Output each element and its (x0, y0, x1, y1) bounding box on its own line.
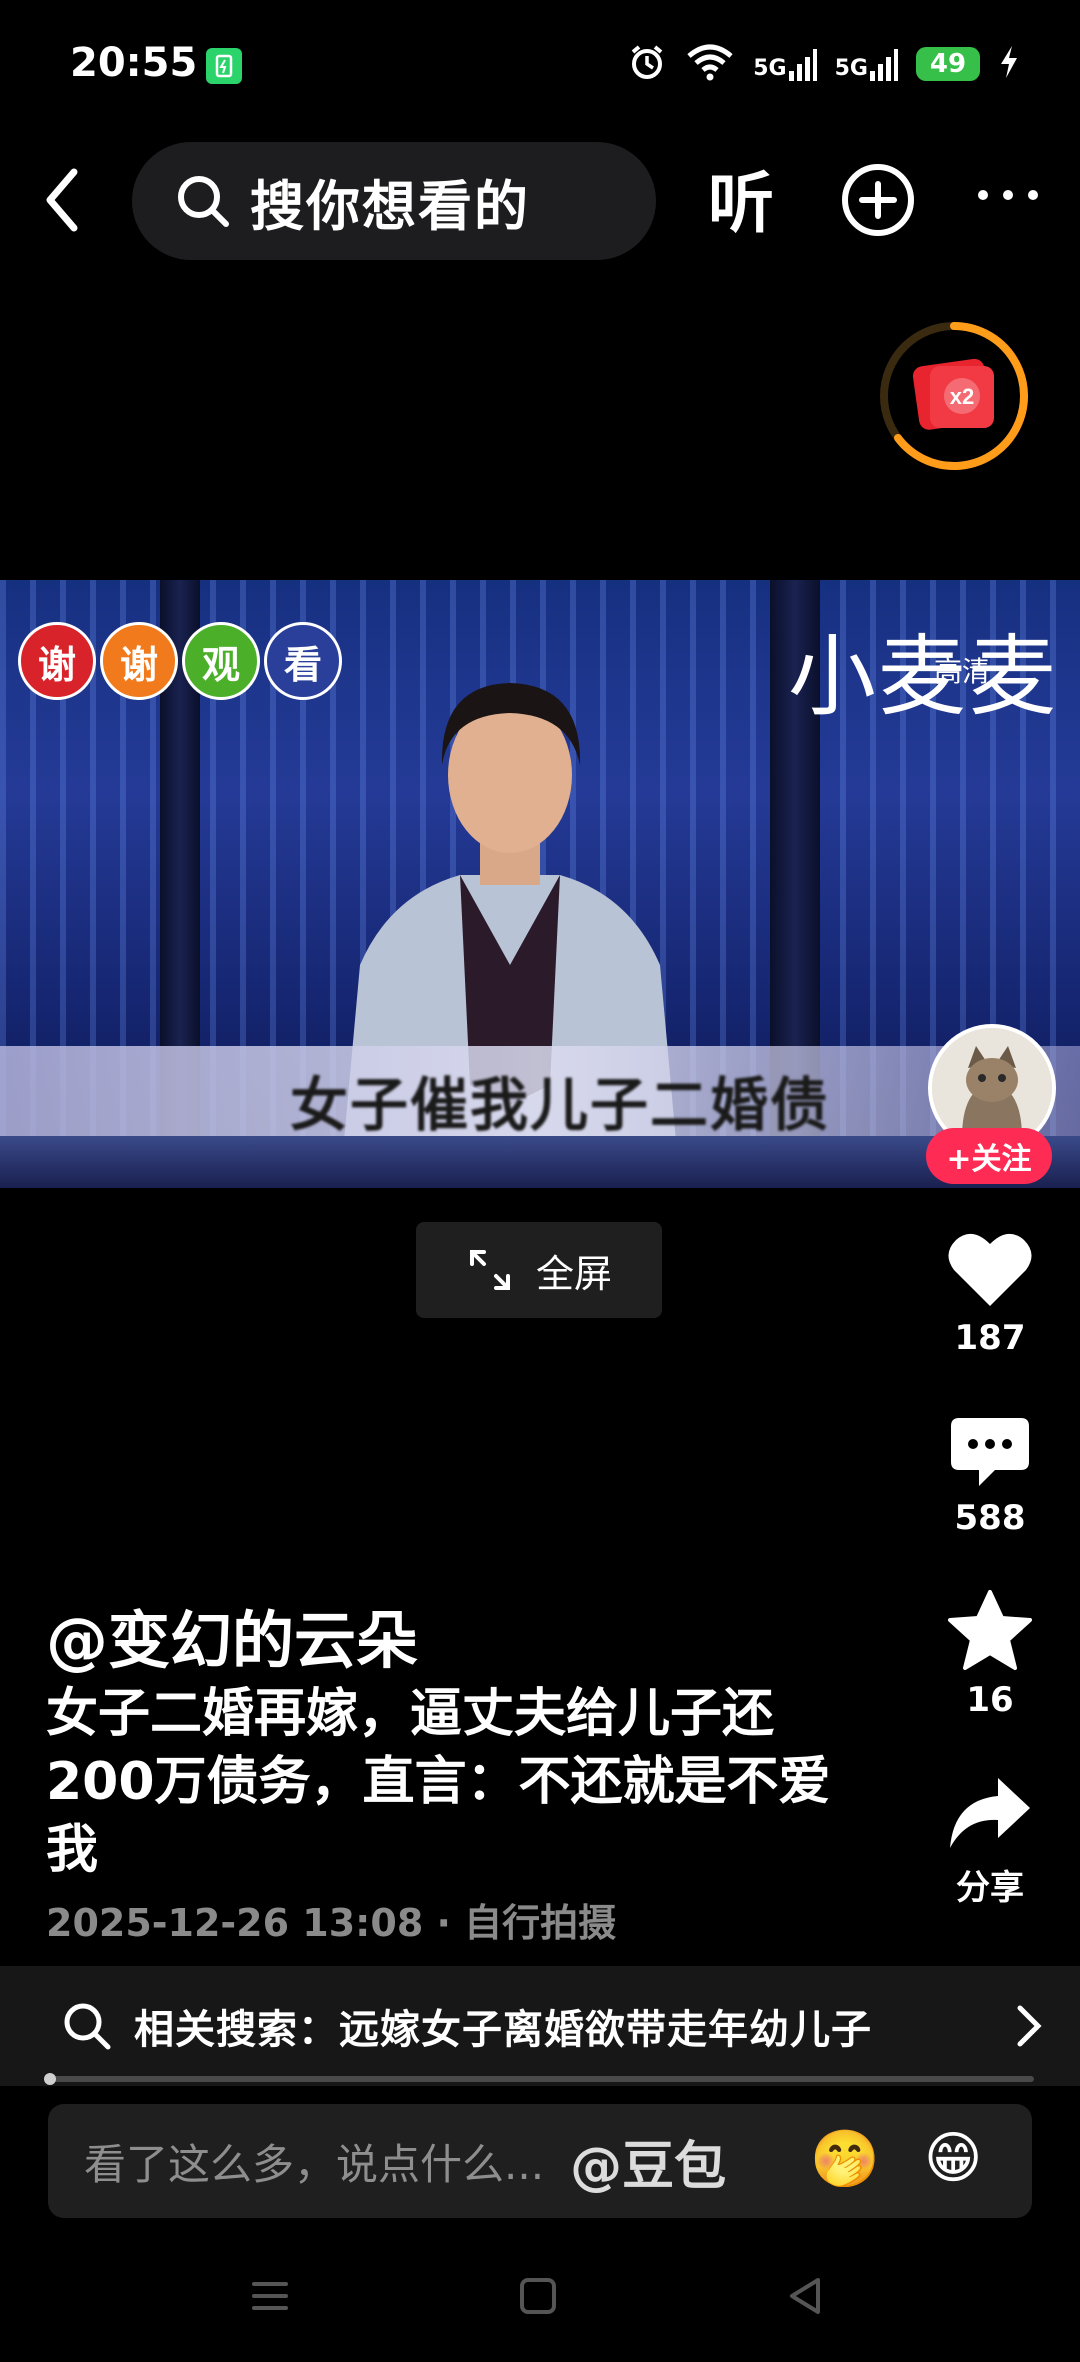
star-icon (948, 1590, 1032, 1670)
like-count: 187 (954, 1318, 1026, 1358)
add-button[interactable] (840, 162, 916, 238)
search-input[interactable]: 搜你想看的 (132, 142, 656, 260)
comment-count: 588 (954, 1498, 1026, 1538)
search-icon (64, 2003, 111, 2050)
fullscreen-label: 全屏 (535, 1251, 612, 1296)
home-nav-button[interactable] (508, 2266, 568, 2326)
red-packet-icon: x2 (880, 322, 1028, 470)
screen: 20:55 5G 5G 49 搜你想看的 听 x2 谢 谢 观 看 小麦麦 高清… (0, 0, 1080, 2362)
back-button[interactable] (28, 160, 108, 240)
dot-icon (1003, 190, 1013, 200)
cell-signal-2-icon: 5G (835, 47, 898, 81)
video-progress-track[interactable] (44, 2076, 1034, 2082)
triangle-back-icon (790, 2278, 820, 2314)
comment-bubble-icon (951, 1418, 1029, 1486)
signal-2-label: 5G (834, 56, 868, 81)
more-button[interactable] (978, 190, 1038, 210)
chevron-right-icon (1017, 2005, 1042, 2047)
red-packet-reward-button[interactable]: x2 (878, 320, 1030, 472)
listen-button[interactable]: 听 (708, 150, 774, 246)
heart-icon (948, 1233, 1032, 1306)
comment-placeholder: 看了这么多，说点什么... (84, 2139, 545, 2189)
lower-third-caption: 女子催我儿子二婚债 (290, 1071, 831, 1139)
menu-icon (252, 2282, 288, 2310)
chevron-left-icon (46, 168, 78, 232)
search-placeholder: 搜你想看的 (250, 174, 530, 238)
charging-bolt-icon (998, 44, 1020, 84)
wifi-icon (685, 42, 735, 86)
related-search-text: 相关搜索：远嫁女子离婚欲带走年幼儿子 (134, 2007, 872, 2053)
channel-logo-sub: 高清 (933, 655, 990, 688)
comment-button[interactable]: 588 (930, 1414, 1050, 1538)
charging-notification-icon (206, 48, 242, 84)
back-nav-button[interactable] (776, 2266, 836, 2326)
like-button[interactable]: 187 (930, 1228, 1050, 1358)
share-button[interactable]: 分享 (930, 1772, 1050, 1909)
alarm-icon (627, 42, 667, 86)
related-search-bar[interactable]: 相关搜索：远嫁女子离婚欲带走年幼儿子 (0, 1966, 1080, 2086)
menu-nav-button[interactable] (240, 2266, 300, 2326)
cell-signal-1-icon: 5G (753, 47, 817, 81)
channel-logo: 小麦麦 (787, 625, 1058, 728)
studio-floor (0, 1136, 1080, 1188)
favorite-count: 16 (966, 1680, 1014, 1720)
expand-icon (469, 1250, 510, 1290)
share-arrow-icon (950, 1778, 1030, 1848)
fullscreen-button[interactable]: 全屏 (416, 1222, 662, 1318)
follow-button[interactable]: +关注 (926, 1128, 1052, 1184)
emoji-grin-icon[interactable]: 😁 (924, 2126, 982, 2191)
thanks-bubble: 谢 (100, 622, 178, 700)
status-time: 20:55 (70, 40, 198, 86)
dot-icon (1028, 190, 1038, 200)
thanks-bubble: 观 (182, 622, 260, 700)
video-progress-handle[interactable] (44, 2073, 56, 2085)
mention-doubao[interactable]: @豆包 (570, 2124, 726, 2199)
post-meta: 2025-12-26 13:08 · 自行拍摄 (46, 1901, 617, 1945)
status-icons: 5G 5G 49 (627, 40, 1020, 88)
plus-circle-icon (842, 164, 914, 236)
search-icon (178, 176, 229, 227)
share-label: 分享 (956, 1868, 1024, 1908)
dot-icon (978, 190, 988, 200)
square-home-icon (520, 2278, 556, 2314)
video-description: 女子二婚再嫁，逼丈夫给儿子还200万债务，直言：不还就是不爱我 (46, 1684, 831, 1880)
signal-1-label: 5G (753, 56, 787, 81)
svg-text:x2: x2 (950, 384, 974, 409)
favorite-button[interactable]: 16 (930, 1588, 1050, 1720)
thanks-bubble: 谢 (18, 622, 96, 700)
emoji-shy-icon[interactable]: 🤭 (810, 2126, 880, 2192)
author-name[interactable]: @变幻的云朵 (46, 1590, 418, 1680)
comment-input[interactable]: 看了这么多，说点什么... @豆包 🤭 😁 (48, 2104, 1032, 2218)
video-player[interactable]: 谢 谢 观 看 小麦麦 高清 女子催我儿子二婚债 (0, 580, 1080, 1188)
battery-indicator: 49 (916, 47, 980, 81)
thanks-watching-bubbles: 谢 谢 观 看 (18, 622, 342, 700)
